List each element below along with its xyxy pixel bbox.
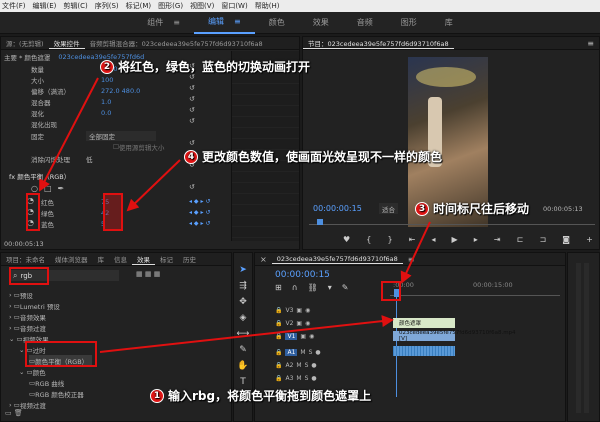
annotation-number: 1 [150, 388, 164, 403]
arrow-to-playhead [400, 221, 431, 284]
annotation-number: 2 [100, 59, 114, 74]
annotation-1: 1 输入rbg，将颜色平衡拖到颜色遮罩上 [150, 387, 371, 404]
arrow-to-values [126, 159, 181, 212]
annotation-3: 3 时间标尺往后移动 [415, 200, 529, 217]
annotation-4: 4 更改颜色数值，使画面光效呈现不一样的颜色 [184, 148, 442, 165]
arrow-to-stopwatch [39, 77, 99, 192]
annotation-number: 4 [184, 149, 198, 164]
annotation-2: 2 将红色，绿色，蓝色的切换动画打开 [100, 58, 310, 75]
arrow-to-clip [99, 315, 394, 353]
annotation-number: 3 [415, 201, 429, 216]
annotation-text: 更改颜色数值，使画面光效呈现不一样的颜色 [202, 150, 443, 164]
annotation-text: 时间标尺往后移动 [433, 202, 530, 216]
annotation-text: 输入rbg，将颜色平衡拖到颜色遮罩上 [168, 389, 372, 403]
annotation-text: 将红色，绿色，蓝色的切换动画打开 [118, 60, 311, 74]
